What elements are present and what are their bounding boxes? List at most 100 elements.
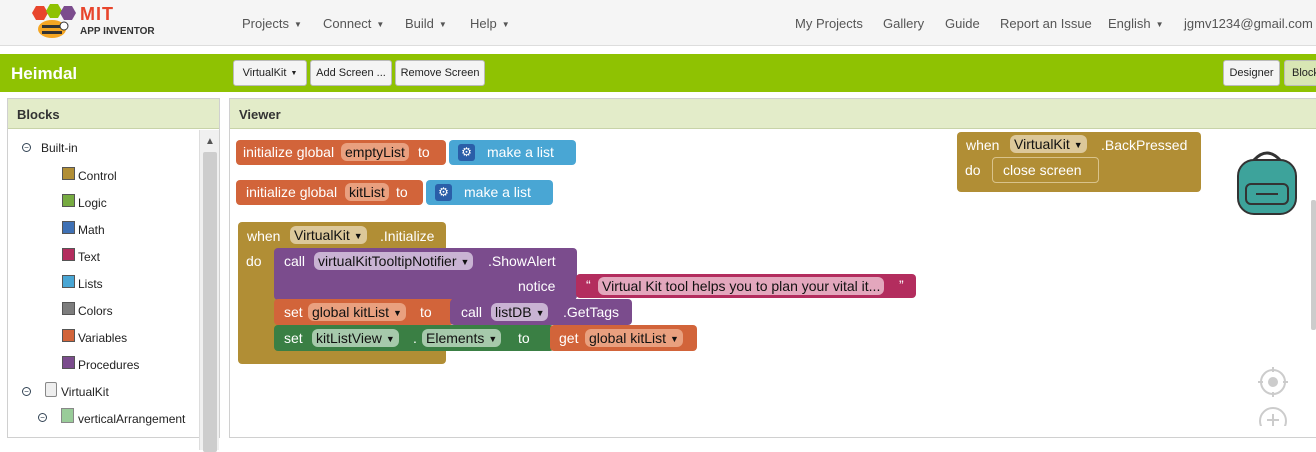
tree-item-lists[interactable]: Lists [78,277,103,291]
collapse-virtualkit-icon[interactable]: − [22,387,31,396]
component-dropdown[interactable]: VirtualKit ▼ [1010,135,1087,153]
arrangement-component-icon [61,408,74,423]
tree-virtualkit[interactable]: VirtualKit [61,385,109,399]
projects-menu[interactable]: Projects ▼ [242,16,302,31]
report-issue-link[interactable]: Report an Issue [1000,16,1092,31]
blocks-button[interactable]: Blocks [1284,60,1316,86]
chevron-down-icon: ▼ [670,334,679,344]
blocks-scrollbar[interactable]: ▲ [199,130,219,452]
project-name: Heimdal [11,64,78,83]
project-toolbar: Heimdal VirtualKit ▼ Add Screen ... Remov… [0,54,1316,92]
listview-dropdown[interactable]: kitListView ▼ [312,329,399,347]
dot-separator: . [413,330,417,346]
call-showalert-block[interactable]: call virtualKitTooltipNotifier ▼ .ShowAle… [274,248,577,300]
tree-item-colors[interactable]: Colors [78,304,113,318]
chevron-down-icon: ▼ [1073,140,1083,150]
make-a-list-block[interactable]: ⚙ make a list [426,180,553,205]
initialize-global-emptylist-block[interactable]: initialize global emptyList to [236,140,446,165]
tree-item-control[interactable]: Control [78,169,117,183]
variable-dropdown[interactable]: global kitList ▼ [308,303,406,321]
text-string-block[interactable]: “ Virtual Kit tool helps you to plan you… [576,274,916,298]
call-keyword: call [461,304,483,320]
tree-item-procedures[interactable]: Procedures [78,358,139,372]
variable-name-field[interactable]: kitList [345,183,389,201]
gallery-link[interactable]: Gallery [883,16,924,31]
chevron-down-icon: ▼ [293,20,302,29]
chevron-down-icon: ▼ [535,308,545,318]
chevron-down-icon: ▼ [385,334,395,344]
chevron-down-icon: ▼ [353,231,363,241]
close-screen-label: close screen [1003,162,1082,178]
db-dropdown[interactable]: listDB ▼ [491,303,549,321]
language-menu[interactable]: English ▼ [1108,16,1164,31]
call-gettags-block[interactable]: call listDB ▼ .GetTags [450,299,632,325]
scrollbar-thumb[interactable] [203,152,217,452]
gear-icon[interactable]: ⚙ [435,184,452,201]
designer-button[interactable]: Designer [1223,60,1280,86]
gear-icon[interactable]: ⚙ [458,144,475,161]
tree-item-variables[interactable]: Variables [78,331,127,345]
tree-item-text[interactable]: Text [78,250,100,264]
get-global-kitlist-block[interactable]: get global kitList ▼ [550,325,697,351]
set-keyword: set [284,330,303,346]
tree-builtin[interactable]: Built-in [41,141,78,155]
connect-menu[interactable]: Connect ▼ [323,16,384,31]
to-keyword: to [418,144,430,160]
backpack-icon[interactable] [1232,148,1302,218]
collapse-builtin-icon[interactable]: − [22,143,31,152]
screen-select[interactable]: VirtualKit ▼ [233,60,307,86]
make-list-label: make a list [464,184,531,200]
notifier-dropdown-label: virtualKitTooltipNotifier [318,253,457,269]
method-name: .GetTags [563,304,620,320]
close-screen-block[interactable]: close screen [992,157,1099,183]
help-menu[interactable]: Help ▼ [470,16,510,31]
initialize-global-kitlist-block[interactable]: initialize global kitList to [236,180,423,205]
text-value-field[interactable]: Virtual Kit tool helps you to plan your … [598,277,885,295]
variable-name-field[interactable]: emptyList [341,143,409,161]
notifier-dropdown[interactable]: virtualKitTooltipNotifier ▼ [314,252,474,270]
component-dropdown-label: VirtualKit [1014,136,1070,152]
chevron-up-icon[interactable]: ▲ [205,136,215,147]
event-name: .BackPressed [1101,137,1188,153]
screen-component-icon [45,382,57,397]
chevron-down-icon: ▼ [290,70,298,77]
method-name: .ShowAlert [488,253,556,269]
recenter-icon[interactable] [1258,367,1288,397]
top-navigation-bar: MIT APP INVENTOR Projects ▼ Connect ▼ Buil… [0,0,1316,46]
text-swatch-icon [62,248,75,261]
make-a-list-block[interactable]: ⚙ make a list [449,140,576,165]
tree-vertical-arrangement[interactable]: verticalArrangement [78,412,185,426]
tree-item-logic[interactable]: Logic [78,196,107,210]
property-dropdown[interactable]: Elements ▼ [422,329,502,347]
add-screen-button[interactable]: Add Screen ... [310,60,392,86]
tree-item-math[interactable]: Math [78,223,105,237]
chevron-down-icon: ▼ [460,257,470,267]
set-elements-block[interactable]: set kitListView ▼ . Elements ▼ to [274,325,554,351]
build-menu[interactable]: Build ▼ [405,16,447,31]
when-keyword: when [247,228,281,244]
guide-link[interactable]: Guide [945,16,980,31]
zoom-in-icon[interactable] [1258,406,1288,426]
make-list-label: make a list [487,144,554,160]
event-name: .Initialize [380,228,435,244]
workspace-vertical-scrollbar[interactable] [1311,200,1316,330]
set-global-kitlist-block[interactable]: set global kitList ▼ to [274,299,454,325]
my-projects-link[interactable]: My Projects [795,16,863,31]
variable-dropdown[interactable]: global kitList ▼ [585,329,683,347]
control-swatch-icon [62,167,75,180]
language-menu-label: English [1108,16,1151,31]
variable-dropdown-label: global kitList [312,304,390,320]
account-menu[interactable]: jgmv1234@gmail.com [1184,16,1313,31]
close-quote: ” [899,277,904,293]
help-menu-label: Help [470,16,497,31]
chevron-down-icon: ▼ [501,20,510,29]
remove-screen-button[interactable]: Remove Screen [395,60,485,86]
chevron-down-icon: ▼ [376,20,385,29]
component-dropdown[interactable]: VirtualKit ▼ [290,226,367,244]
logo-app-inventor: APP INVENTOR [80,26,155,37]
do-keyword: do [246,253,262,269]
chevron-down-icon: ▼ [488,334,498,344]
collapse-vertical-arrangement-icon[interactable]: − [38,413,47,422]
app-inventor-logo[interactable]: MIT APP INVENTOR [30,2,160,42]
logic-swatch-icon [62,194,75,207]
